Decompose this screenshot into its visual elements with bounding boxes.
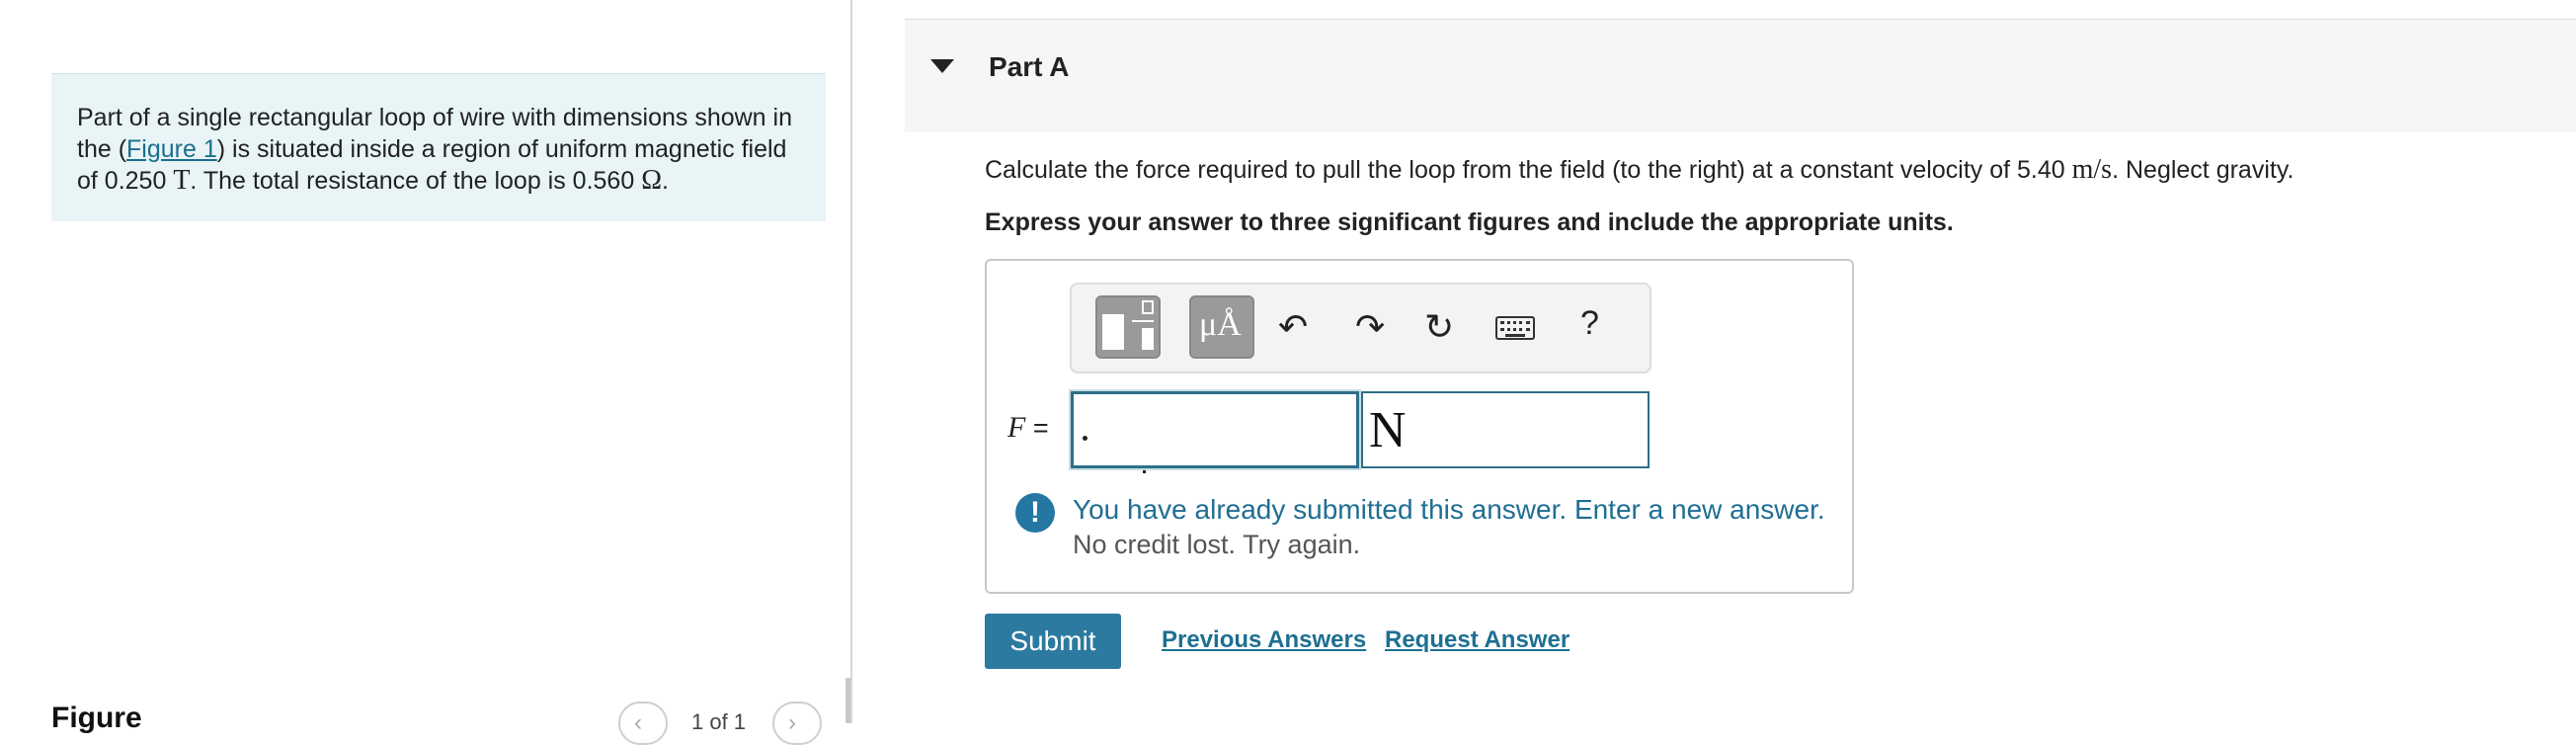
templates-icon-bar [1132,320,1154,322]
answer-instruction: Express your answer to three significant… [985,208,1954,236]
figure-counter: 1 of 1 [691,709,747,734]
templates-icon-block [1142,328,1154,350]
unit-input[interactable]: N [1361,391,1650,468]
question-text-2: . Neglect gravity. [2112,156,2294,184]
variable-label: F = [1007,411,1049,445]
figure-link[interactable]: Figure 1 [126,135,217,163]
keyboard-icon[interactable] [1495,316,1535,340]
resistance-unit: Ω [641,165,662,196]
redo-icon[interactable]: ↷ [1355,306,1385,348]
pane-resize-handle[interactable] [845,678,850,723]
field-unit: T [173,165,191,196]
input-cursor [1083,436,1087,441]
problem-statement: Part of a single rectangular loop of wir… [51,73,826,221]
equals-sign: = [1025,413,1049,443]
figure-prev-button[interactable]: ‹ [618,702,668,745]
chevron-right-icon: › [788,709,796,736]
templates-icon [1102,314,1124,350]
feedback-message: You have already submitted this answer. … [1073,494,1825,525]
units-icon: μÅ [1199,306,1242,343]
submit-button[interactable]: Submit [985,614,1121,669]
unit-value: N [1369,402,1407,458]
question-text-1: Calculate the force required to pull the… [985,156,2072,184]
templates-icon-box [1142,300,1154,314]
figure-heading: Figure [51,702,142,734]
part-title: Part A [989,51,1070,82]
problem-text-3: . The total resistance of the loop is 0.… [190,167,642,195]
question-text: Calculate the force required to pull the… [985,154,2294,186]
variable-symbol: F [1007,411,1026,444]
problem-text-4: . [662,167,669,195]
collapse-caret-icon[interactable] [930,59,954,73]
alert-icon: ! [1015,493,1055,533]
feedback-subtext: No credit lost. Try again. [1073,530,1361,559]
figure-next-button[interactable]: › [772,702,822,745]
previous-answers-link[interactable]: Previous Answers [1162,626,1366,654]
part-header[interactable] [905,20,2576,132]
chevron-left-icon: ‹ [634,709,642,736]
undo-icon[interactable]: ↶ [1278,306,1308,348]
left-pane: Part of a single rectangular loop of wir… [0,0,851,745]
reset-icon[interactable]: ↻ [1424,306,1454,348]
request-answer-link[interactable]: Request Answer [1385,626,1570,654]
value-input[interactable] [1071,391,1359,468]
pane-divider[interactable] [850,0,852,723]
help-icon[interactable]: ? [1580,304,1599,343]
input-caret-marker [1143,470,1146,473]
velocity-unit: m/s [2071,154,2113,185]
